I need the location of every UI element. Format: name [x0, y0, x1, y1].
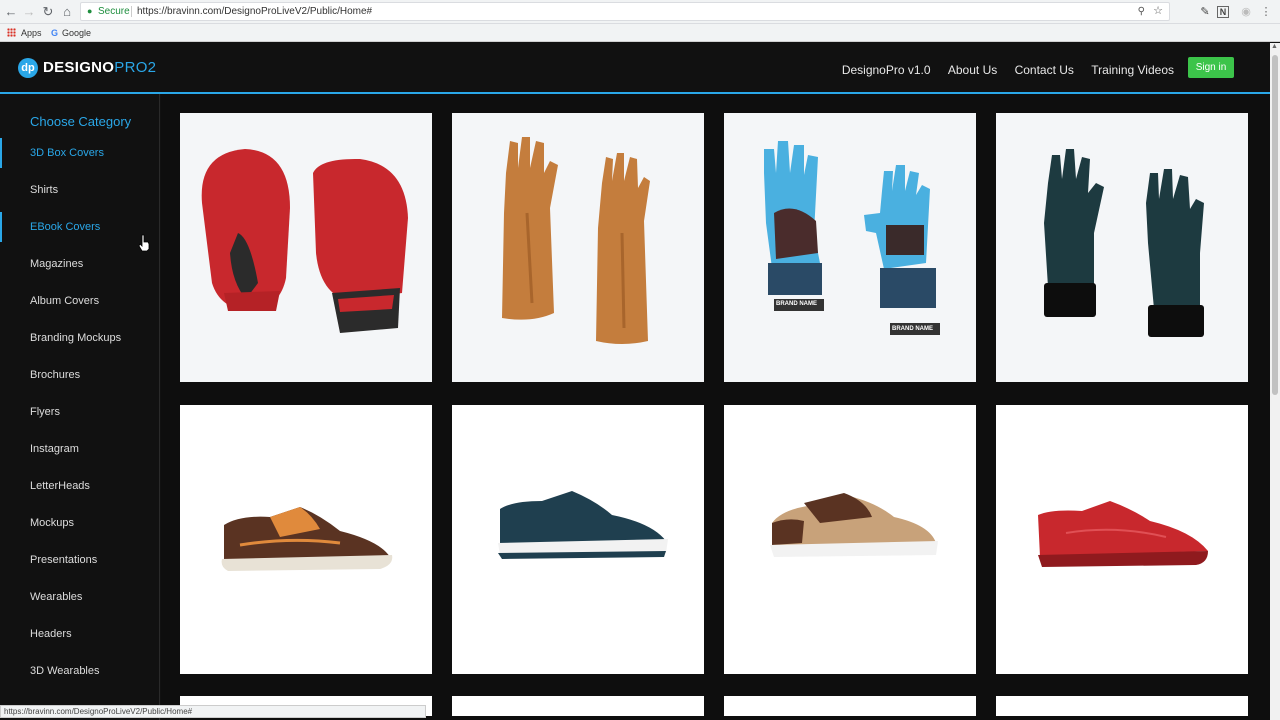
brown-rubber-gloves-image: [502, 137, 650, 344]
grid-item-tan-boat-shoe[interactable]: [724, 405, 976, 674]
grid-item-dark-leather-gloves[interactable]: [996, 113, 1248, 382]
star-icon[interactable]: ☆: [1153, 3, 1163, 20]
sidebar-item-ebook-covers[interactable]: EBook Covers: [0, 212, 160, 242]
bookmark-google[interactable]: G Google: [51, 27, 91, 39]
blue-work-gloves-image: [764, 141, 940, 335]
sidebar-item-flyers[interactable]: Flyers: [0, 397, 160, 427]
google-icon: G: [51, 28, 59, 38]
address-divider: [131, 6, 132, 17]
sidebar-item-wearables[interactable]: Wearables: [0, 582, 160, 612]
grid-item-brown-rubber-gloves[interactable]: [452, 113, 704, 382]
category-sidebar: Choose Category 3D Box Covers Shirts EBo…: [0, 94, 160, 720]
reload-icon[interactable]: ↻: [39, 3, 57, 21]
eyedropper-extension-icon[interactable]: ✎: [1197, 4, 1213, 20]
sidebar-item-brochures[interactable]: Brochures: [0, 360, 160, 390]
tan-boat-shoe-image: [770, 493, 938, 557]
sidebar-item-presentations[interactable]: Presentations: [0, 545, 160, 575]
grid-item-blue-work-gloves[interactable]: BRAND NAME BRAND NAME: [724, 113, 976, 382]
nav-contact-us[interactable]: Contact Us: [1015, 63, 1074, 77]
sidebar-item-3d-wearables[interactable]: 3D Wearables: [0, 656, 160, 686]
back-arrow-icon[interactable]: ←: [2, 3, 20, 21]
dark-leather-gloves-image: [1044, 149, 1204, 337]
grid-item-navy-sneaker[interactable]: [452, 405, 704, 674]
sidebar-item-album-covers[interactable]: Album Covers: [0, 286, 160, 316]
nav-designopro-v1[interactable]: DesignoPro v1.0: [842, 63, 931, 77]
url-text[interactable]: https://bravinn.com/DesignoProLiveV2/Pub…: [137, 3, 372, 20]
brand-label-2: BRAND NAME: [892, 326, 933, 332]
nav-training-videos[interactable]: Training Videos: [1091, 63, 1174, 77]
red-sneaker-image: [1038, 501, 1208, 567]
lock-icon: ●: [87, 6, 93, 16]
sidebar-item-mockups[interactable]: Mockups: [0, 508, 160, 538]
shield-extension-icon[interactable]: ◉: [1238, 4, 1254, 20]
page-scrollbar[interactable]: ▲: [1270, 43, 1280, 720]
nav-about-us[interactable]: About Us: [948, 63, 997, 77]
brand-label-1: BRAND NAME: [776, 301, 817, 307]
grid-item-row3-3[interactable]: [724, 696, 976, 716]
bookmark-apps-label: Apps: [21, 28, 42, 38]
navy-sneaker-image: [498, 491, 668, 559]
sidebar-item-shirts[interactable]: Shirts: [0, 175, 160, 205]
grid-item-red-boxing-gloves[interactable]: [180, 113, 432, 382]
sidebar-item-3d-box-covers[interactable]: 3D Box Covers: [0, 138, 160, 168]
app-header: dp DESIGNOPRO2 DesignoPro v1.0 About Us …: [0, 43, 1270, 93]
brown-sneaker-image: [221, 507, 393, 571]
menu-icon[interactable]: ⋮: [1258, 4, 1274, 20]
scroll-thumb[interactable]: [1272, 55, 1278, 395]
logo-icon[interactable]: dp: [18, 58, 38, 78]
sidebar-item-magazines[interactable]: Magazines: [0, 249, 160, 279]
logo-main: DESIGNO: [43, 59, 115, 76]
product-grid: BRAND NAME BRAND NAME: [161, 94, 1270, 720]
bookmark-apps[interactable]: Apps: [7, 27, 42, 39]
apps-grid-icon: [7, 28, 16, 37]
grid-item-brown-sneaker[interactable]: [180, 405, 432, 674]
sidebar-item-instagram[interactable]: Instagram: [0, 434, 160, 464]
key-icon[interactable]: ⚲: [1138, 3, 1145, 20]
sidebar-item-branding-mockups[interactable]: Branding Mockups: [0, 323, 160, 353]
red-boxing-gloves-image: [201, 149, 408, 333]
n-extension-icon[interactable]: N: [1217, 6, 1229, 18]
scroll-up-arrow-icon[interactable]: ▲: [1271, 43, 1278, 50]
bookmarks-bar: Apps G Google: [0, 24, 1280, 42]
hand-cursor-icon: [138, 234, 150, 252]
logo-text[interactable]: DESIGNOPRO2: [43, 59, 156, 76]
status-bar-url: https://bravinn.com/DesignoProLiveV2/Pub…: [0, 705, 426, 718]
address-bar[interactable]: ● Secure https://bravinn.com/DesignoProL…: [80, 2, 1170, 21]
sidebar-item-headers[interactable]: Headers: [0, 619, 160, 649]
home-icon[interactable]: ⌂: [58, 3, 76, 21]
top-nav: DesignoPro v1.0 About Us Contact Us Trai…: [828, 63, 1174, 77]
forward-arrow-icon[interactable]: →: [20, 3, 38, 21]
sidebar-title: Choose Category: [30, 114, 132, 129]
grid-item-red-sneaker[interactable]: [996, 405, 1248, 674]
grid-item-row3-4[interactable]: [996, 696, 1248, 716]
browser-toolbar: ← → ↻ ⌂ ● Secure https://bravinn.com/Des…: [0, 0, 1280, 24]
sidebar-item-letterheads[interactable]: LetterHeads: [0, 471, 160, 501]
sign-in-button[interactable]: Sign in: [1188, 57, 1234, 78]
secure-label: Secure: [98, 6, 130, 17]
bookmark-google-label: Google: [62, 28, 92, 38]
logo-accent: PRO2: [114, 59, 157, 76]
grid-item-row3-2[interactable]: [452, 696, 704, 716]
